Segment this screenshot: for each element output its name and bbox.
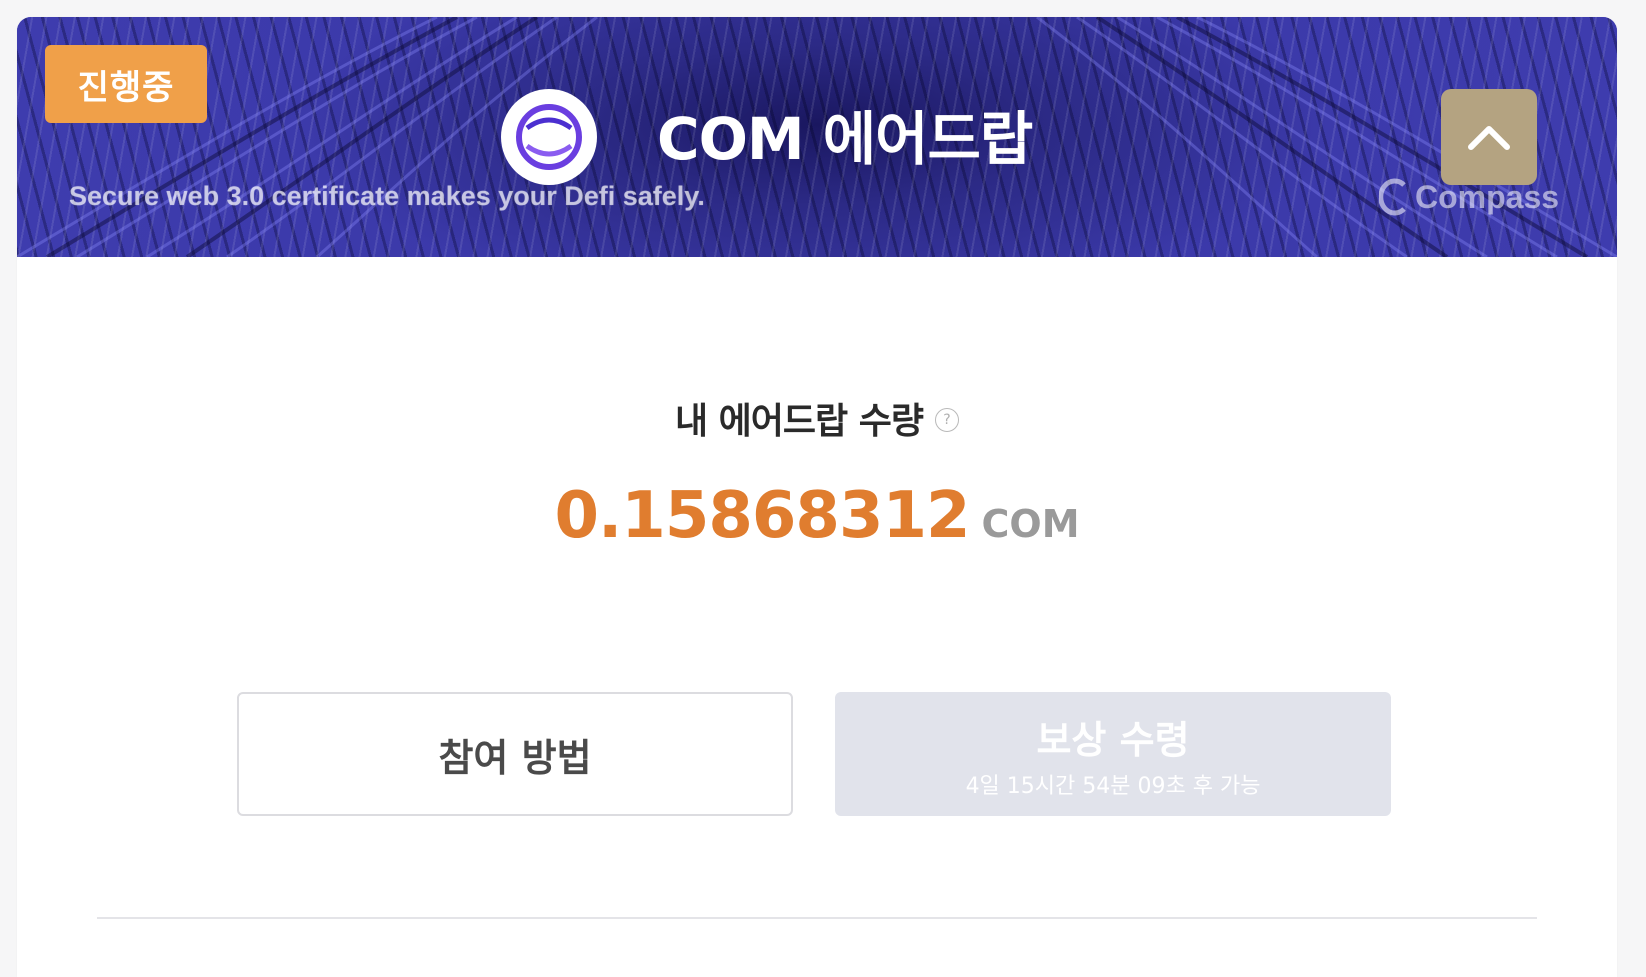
section-divider <box>97 917 1537 919</box>
claim-countdown: 4일 15시간 54분 09초 후 가능 <box>965 773 1261 799</box>
claim-reward-button[interactable]: 보상 수령 4일 15시간 54분 09초 후 가능 <box>835 692 1391 816</box>
banner-tagline: Secure web 3.0 certificate makes your De… <box>69 181 705 211</box>
airdrop-card: 진행중 COM 에어드랍 Secure web 3.0 certificate … <box>17 17 1617 977</box>
airdrop-amount-value: 0.15868312 <box>554 479 970 553</box>
airdrop-amount-label-row: 내 에어드랍 수량 ? <box>17 392 1617 444</box>
airdrop-amount-row: 0.15868312 COM <box>17 479 1617 553</box>
banner-title: COM 에어드랍 <box>657 105 1033 173</box>
airdrop-banner: 진행중 COM 에어드랍 Secure web 3.0 certificate … <box>17 17 1617 257</box>
how-to-participate-button[interactable]: 참여 방법 <box>237 692 793 816</box>
collapse-button[interactable] <box>1441 89 1537 185</box>
chevron-up-icon <box>1468 126 1510 150</box>
status-badge: 진행중 <box>45 45 207 123</box>
compass-logo-icon <box>1379 178 1406 216</box>
airdrop-amount-unit: COM <box>981 502 1080 546</box>
airdrop-amount-label: 내 에어드랍 수량 <box>675 401 924 442</box>
claim-reward-label: 보상 수령 <box>1036 717 1190 762</box>
question-circle-icon[interactable]: ? <box>934 408 959 432</box>
token-logo-icon <box>501 89 597 185</box>
